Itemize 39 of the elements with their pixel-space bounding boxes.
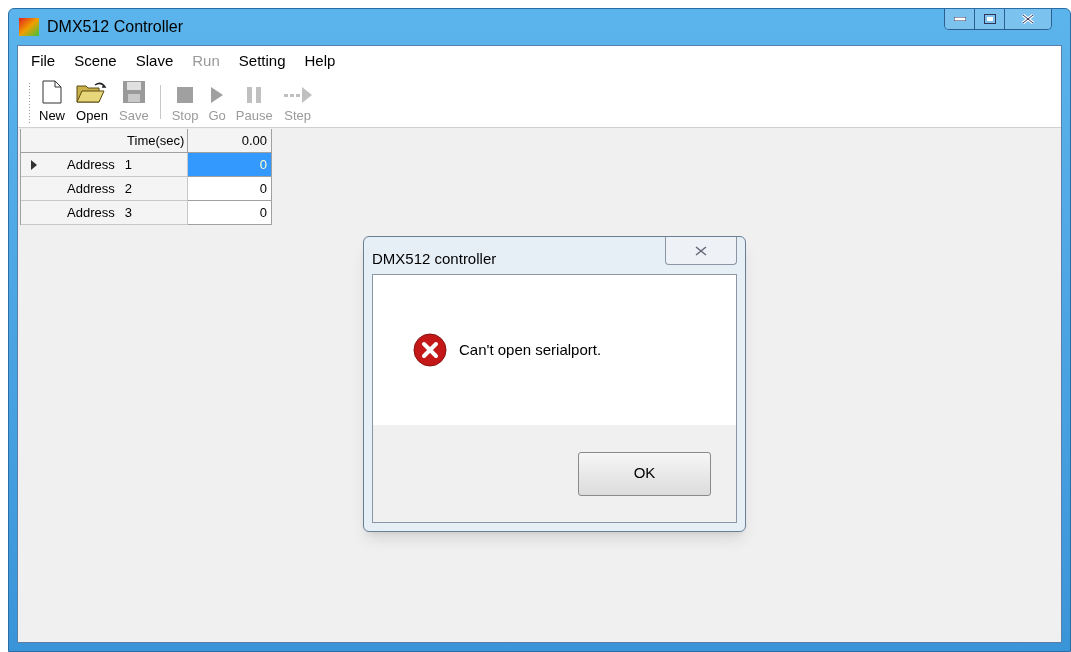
maximize-button[interactable] (975, 9, 1005, 29)
value-cell[interactable]: 0 (188, 177, 272, 201)
pause-icon (245, 85, 264, 104)
address-label: Address (67, 155, 115, 174)
dialog-title: DMX512 controller (372, 249, 497, 270)
toolbar-grip-icon (28, 83, 31, 123)
address-number: 3 (124, 203, 132, 222)
toolbar-button[interactable]: New (37, 79, 67, 125)
value-cell[interactable]: 0 (188, 201, 272, 225)
error-message: Can't open serialport. (459, 339, 602, 360)
app-logo-icon (19, 18, 39, 36)
menu-item[interactable]: Help (304, 49, 336, 73)
address-number: 2 (124, 179, 132, 198)
address-number: 1 (124, 155, 132, 174)
ok-button[interactable]: OK (578, 451, 711, 496)
row-header-cell[interactable]: Address 3 (21, 201, 189, 225)
menu-item[interactable]: Setting (238, 49, 286, 73)
minimize-icon (953, 17, 966, 21)
row-header-cell[interactable]: Address 2 (21, 177, 189, 201)
menu-item[interactable]: Scene (74, 49, 117, 73)
stop-icon (176, 85, 195, 104)
menu-item[interactable]: File (31, 49, 56, 73)
close-icon (1022, 14, 1034, 24)
close-icon (695, 245, 707, 256)
toolbar-button[interactable]: Open (73, 79, 111, 125)
header-cell: 0.00 (188, 129, 272, 153)
step-arrow-icon (282, 85, 313, 104)
error-icon (413, 333, 447, 367)
blank-page-icon (41, 79, 63, 104)
address-label: Address (67, 179, 115, 198)
window-title: DMX512 Controller (47, 17, 184, 37)
play-icon (210, 85, 225, 104)
minimize-button[interactable] (945, 9, 975, 29)
menu-item[interactable]: Slave (135, 49, 174, 73)
row-header-cell[interactable]: Address 1 (21, 153, 189, 177)
header-cell: Time(sec) (21, 129, 189, 153)
address-label: Address (67, 203, 115, 222)
dialog-close-button[interactable] (665, 237, 737, 265)
maximize-icon (983, 14, 996, 24)
